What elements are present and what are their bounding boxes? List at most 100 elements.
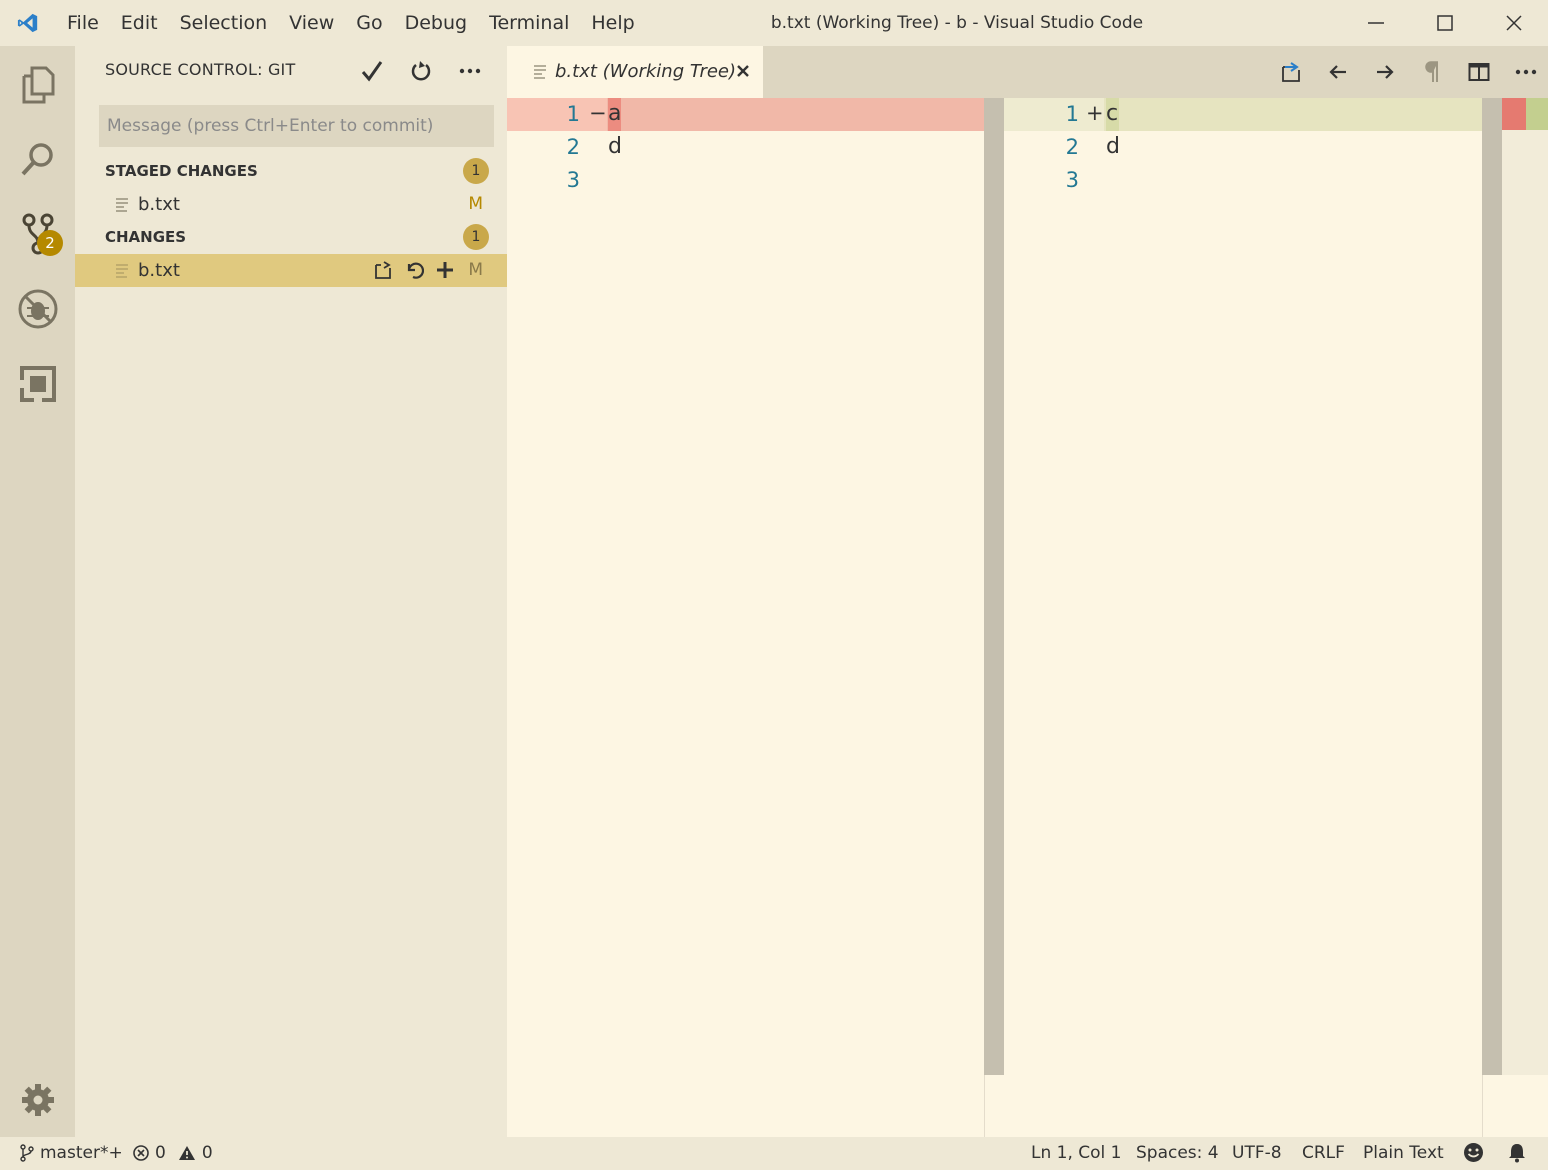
line-text: c — [1106, 101, 1119, 126]
line-text: a — [608, 101, 622, 126]
sidebar-actions — [356, 54, 485, 88]
editor-more-actions-button[interactable] — [1510, 54, 1542, 90]
menu-go[interactable]: Go — [345, 0, 393, 46]
eol-status[interactable]: CRLF — [1302, 1143, 1345, 1163]
menu-terminal[interactable]: Terminal — [478, 0, 580, 46]
gear-icon — [21, 1083, 54, 1116]
menu-edit[interactable]: Edit — [110, 0, 169, 46]
changes-label: CHANGES — [105, 228, 187, 246]
tab-b-txt-working-tree[interactable]: b.txt (Working Tree) — [507, 46, 763, 98]
vscode-logo-icon — [0, 0, 56, 46]
overview-added-marker — [1526, 98, 1548, 130]
more-actions-button[interactable] — [454, 54, 485, 88]
staged-file-name: b.txt — [138, 194, 180, 215]
minimize-button[interactable] — [1341, 0, 1410, 46]
staged-file-row[interactable]: b.txt M — [75, 188, 507, 221]
line-number: 2 — [566, 135, 580, 159]
next-change-button[interactable] — [1369, 54, 1401, 90]
debug-icon — [18, 289, 57, 328]
open-file-button[interactable] — [371, 258, 395, 282]
branch-name: master*+ — [40, 1143, 123, 1163]
problems-status[interactable]: 0 0 — [133, 1143, 213, 1163]
diff-original-pane[interactable]: 1 − a 2 d 3 — [507, 98, 984, 1137]
discard-changes-button[interactable] — [402, 258, 426, 282]
line-number: 1 — [1065, 102, 1079, 126]
line-text: d — [608, 134, 622, 159]
files-icon — [22, 66, 54, 103]
refresh-icon — [411, 61, 430, 81]
toggle-whitespace-button[interactable] — [1416, 54, 1448, 90]
changed-file-row[interactable]: b.txt M — [75, 254, 507, 287]
file-row-actions — [371, 258, 457, 282]
feedback-button[interactable] — [1463, 1142, 1484, 1163]
changed-file-name: b.txt — [138, 260, 180, 281]
notifications-button[interactable] — [1507, 1142, 1527, 1163]
diff-sign: + — [1086, 101, 1104, 125]
close-tab-button[interactable] — [733, 60, 753, 82]
manage-settings-activity[interactable] — [0, 1062, 75, 1137]
split-editor-button[interactable] — [1463, 54, 1495, 90]
maximize-icon — [1436, 15, 1453, 31]
changes-header[interactable]: CHANGES 1 — [75, 221, 507, 254]
commit-message-input[interactable] — [99, 105, 494, 147]
refresh-button[interactable] — [405, 54, 436, 88]
explorer-activity[interactable] — [0, 46, 75, 121]
original-line-3: 3 — [507, 164, 984, 197]
previous-change-button[interactable] — [1322, 54, 1354, 90]
arrow-right-icon — [1377, 65, 1394, 79]
cursor-position[interactable]: Ln 1, Col 1 — [1031, 1143, 1122, 1163]
original-scrollbar[interactable] — [984, 98, 1004, 1075]
language-mode-status[interactable]: Plain Text — [1363, 1143, 1444, 1163]
modified-scrollbar[interactable] — [1482, 98, 1502, 1075]
line-text: d — [1106, 134, 1120, 159]
branch-status[interactable]: master*+ — [20, 1143, 123, 1163]
staged-changes-header[interactable]: STAGED CHANGES 1 — [75, 155, 507, 188]
editor-tab-bar: b.txt (Working Tree) — [507, 46, 1548, 98]
staged-file-status: M — [468, 194, 483, 214]
extensions-icon — [19, 365, 56, 402]
diff-overview-ruler[interactable] — [1502, 98, 1548, 1075]
ellipsis-icon — [1515, 69, 1537, 75]
menu-help[interactable]: Help — [580, 0, 645, 46]
original-line-1: 1 − a — [507, 98, 984, 131]
arrow-left-icon — [1329, 65, 1346, 79]
overview-removed-marker — [1502, 98, 1526, 130]
status-bar: master*+ 0 0 Ln 1, Col 1 Spaces: 4 UTF-8… — [0, 1137, 1548, 1170]
diff-modified-pane[interactable]: 1 + c 2 d 3 — [1004, 98, 1482, 1137]
close-window-button[interactable] — [1479, 0, 1548, 46]
source-control-activity[interactable]: 2 — [0, 196, 75, 271]
open-file-action[interactable] — [1275, 54, 1307, 90]
menu-file[interactable]: File — [56, 0, 110, 46]
pilcrow-icon — [1425, 61, 1438, 82]
editor-actions — [1275, 54, 1542, 90]
staged-count-badge: 1 — [463, 158, 489, 184]
text-file-icon — [116, 198, 128, 212]
menu-selection[interactable]: Selection — [169, 0, 279, 46]
search-activity[interactable] — [0, 121, 75, 196]
line-number: 2 — [1065, 135, 1079, 159]
menu-view[interactable]: View — [278, 0, 345, 46]
error-icon — [133, 1145, 149, 1161]
menu-debug[interactable]: Debug — [394, 0, 478, 46]
tab-label: b.txt (Working Tree) — [555, 61, 737, 82]
line-number: 3 — [566, 168, 580, 192]
ellipsis-icon — [459, 68, 480, 74]
source-control-sidebar: SOURCE CONTROL: GIT STAGED CHANGES 1 b.t… — [75, 46, 507, 1137]
maximize-button[interactable] — [1410, 0, 1479, 46]
checkmark-icon — [361, 61, 382, 82]
commit-button[interactable] — [356, 54, 387, 88]
encoding-status[interactable]: UTF-8 — [1232, 1143, 1282, 1163]
open-file-icon — [1282, 62, 1300, 82]
stage-changes-button[interactable] — [433, 258, 457, 282]
smiley-icon — [1464, 1143, 1483, 1162]
changed-file-status: M — [468, 260, 483, 280]
window-title: b.txt (Working Tree) - b - Visual Studio… — [770, 13, 1144, 33]
text-file-icon — [116, 264, 128, 278]
warning-count: 0 — [201, 1143, 213, 1163]
debug-activity[interactable] — [0, 271, 75, 346]
staged-changes-label: STAGED CHANGES — [105, 162, 258, 180]
indentation-status[interactable]: Spaces: 4 — [1136, 1143, 1219, 1163]
title-bar: File Edit Selection View Go Debug Termin… — [0, 0, 1548, 46]
extensions-activity[interactable] — [0, 346, 75, 421]
modified-scrollbar-track — [1482, 1075, 1502, 1137]
